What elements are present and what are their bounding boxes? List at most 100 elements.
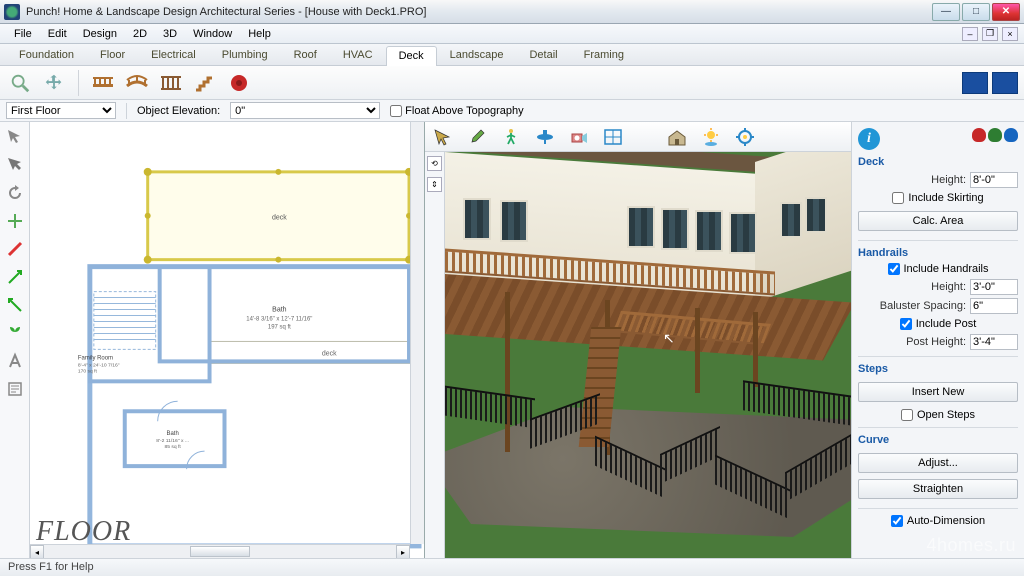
render-3d-viewport[interactable]: ↖	[445, 152, 851, 558]
view-reset-icon[interactable]: ⟲	[427, 156, 442, 171]
plan-h-scrollbar[interactable]: ◂▸	[30, 544, 410, 558]
auto-dimension-checkbox[interactable]	[891, 515, 903, 527]
tab-foundation[interactable]: Foundation	[6, 45, 87, 65]
svg-text:170 sq ft: 170 sq ft	[78, 368, 98, 374]
tab-landscape[interactable]: Landscape	[437, 45, 517, 65]
floor-select[interactable]: First Floor	[6, 102, 116, 119]
handrail-height-label: Height:	[858, 281, 966, 293]
mdi-minimize-icon[interactable]: –	[962, 27, 978, 41]
maximize-button[interactable]: □	[962, 3, 990, 21]
insert-new-button[interactable]: Insert New	[858, 382, 1018, 402]
menu-3d[interactable]: 3D	[155, 26, 185, 42]
view-3d-side-strip: ⟲ ⇕	[425, 152, 445, 558]
plan-v-scrollbar[interactable]	[410, 122, 424, 544]
object-color-icons[interactable]	[972, 128, 1018, 150]
railing-icon[interactable]	[157, 70, 185, 96]
import-tool-icon[interactable]	[4, 266, 26, 288]
tab-deck[interactable]: Deck	[386, 46, 437, 66]
svg-text:deck: deck	[322, 350, 337, 357]
open-steps-checkbox[interactable]	[901, 409, 913, 421]
window-title: Punch! Home & Landscape Design Architect…	[26, 6, 932, 18]
info-icon[interactable]: i	[858, 128, 880, 150]
left-tool-strip	[0, 122, 30, 558]
plant-tool-icon[interactable]	[4, 322, 26, 344]
mdi-close-icon[interactable]: ×	[1002, 27, 1018, 41]
svg-text:Bath: Bath	[272, 307, 286, 314]
dimension-tool-icon[interactable]	[4, 210, 26, 232]
minimize-button[interactable]: —	[932, 3, 960, 21]
text-tool-icon[interactable]	[4, 350, 26, 372]
svg-text:14'-8 3/16" x 12'-7 11/16": 14'-8 3/16" x 12'-7 11/16"	[246, 316, 312, 322]
fly-icon[interactable]	[533, 126, 557, 148]
baluster-spacing-label: Baluster Spacing:	[858, 300, 966, 312]
deck-hardware-icon[interactable]	[225, 70, 253, 96]
status-text: Press F1 for Help	[8, 561, 94, 573]
render-settings-icon[interactable]	[733, 126, 757, 148]
elevation-combo[interactable]: 0"	[230, 102, 380, 119]
move-tool-icon[interactable]	[4, 154, 26, 176]
walk-icon[interactable]	[499, 126, 523, 148]
post-height-input[interactable]	[970, 334, 1018, 350]
view-3d-toolbar	[425, 122, 851, 152]
section-steps: Steps	[858, 363, 1018, 375]
tab-plumbing[interactable]: Plumbing	[209, 45, 281, 65]
rotate-tool-icon[interactable]	[4, 182, 26, 204]
svg-text:Bath: Bath	[166, 431, 178, 437]
view-slider-icon[interactable]: ⇕	[427, 177, 442, 192]
svg-text:Family Room: Family Room	[78, 355, 113, 361]
section-handrails: Handrails	[858, 247, 1018, 259]
calc-area-button[interactable]: Calc. Area	[858, 211, 1018, 231]
room-view-icon[interactable]	[601, 126, 625, 148]
tab-electrical[interactable]: Electrical	[138, 45, 209, 65]
app-icon	[4, 4, 20, 20]
pointer-3d-icon[interactable]	[431, 126, 455, 148]
section-deck: Deck	[858, 156, 1018, 168]
line-tool-icon[interactable]	[4, 238, 26, 260]
pan-tool-icon[interactable]	[40, 70, 68, 96]
tab-floor[interactable]: Floor	[87, 45, 138, 65]
deck-straight-icon[interactable]	[89, 70, 117, 96]
house-view-icon[interactable]	[665, 126, 689, 148]
baluster-spacing-input[interactable]	[970, 298, 1018, 314]
lighting-icon[interactable]	[699, 126, 723, 148]
adjust-button[interactable]: Adjust...	[858, 453, 1018, 473]
include-post-checkbox[interactable]	[900, 318, 912, 330]
note-tool-icon[interactable]	[4, 378, 26, 400]
menu-2d[interactable]: 2D	[125, 26, 155, 42]
straighten-button[interactable]: Straighten	[858, 479, 1018, 499]
handrail-height-input[interactable]	[970, 279, 1018, 295]
elevation-label: Object Elevation:	[137, 105, 220, 117]
deck-height-input[interactable]	[970, 172, 1018, 188]
menu-window[interactable]: Window	[185, 26, 240, 42]
menu-edit[interactable]: Edit	[40, 26, 75, 42]
view-layout-2-icon[interactable]	[992, 72, 1018, 94]
svg-text:197 sq ft: 197 sq ft	[268, 324, 291, 330]
menu-help[interactable]: Help	[240, 26, 279, 42]
stairs-icon[interactable]	[191, 70, 219, 96]
zoom-tool-icon[interactable]	[6, 70, 34, 96]
float-topography-checkbox[interactable]: Float Above Topography	[390, 105, 523, 117]
main-toolbar	[0, 66, 1024, 100]
include-skirting-checkbox[interactable]	[892, 192, 904, 204]
deck-curved-icon[interactable]	[123, 70, 151, 96]
deck-height-label: Height:	[858, 174, 966, 186]
select-tool-icon[interactable]	[4, 126, 26, 148]
include-handrails-checkbox[interactable]	[888, 263, 900, 275]
mdi-restore-icon[interactable]: ❐	[982, 27, 998, 41]
view-layout-1-icon[interactable]	[962, 72, 988, 94]
plan-2d-viewport[interactable]: deck deck Bath 14'-8 3/16" x 12'-7 11/16…	[30, 122, 425, 558]
tab-hvac[interactable]: HVAC	[330, 45, 386, 65]
properties-panel: i Deck Height: Include Skirting Calc. Ar…	[852, 122, 1024, 558]
eyedropper-icon[interactable]	[465, 126, 489, 148]
close-button[interactable]: ✕	[992, 3, 1020, 21]
camera-target-icon[interactable]	[567, 126, 591, 148]
menu-design[interactable]: Design	[75, 26, 125, 42]
title-bar: Punch! Home & Landscape Design Architect…	[0, 0, 1024, 24]
menu-file[interactable]: File	[6, 26, 40, 42]
export-tool-icon[interactable]	[4, 294, 26, 316]
tab-framing[interactable]: Framing	[571, 45, 637, 65]
tab-detail[interactable]: Detail	[516, 45, 570, 65]
menu-bar: File Edit Design 2D 3D Window Help – ❐ ×	[0, 24, 1024, 44]
tab-roof[interactable]: Roof	[281, 45, 330, 65]
workspace: deck deck Bath 14'-8 3/16" x 12'-7 11/16…	[0, 122, 1024, 558]
